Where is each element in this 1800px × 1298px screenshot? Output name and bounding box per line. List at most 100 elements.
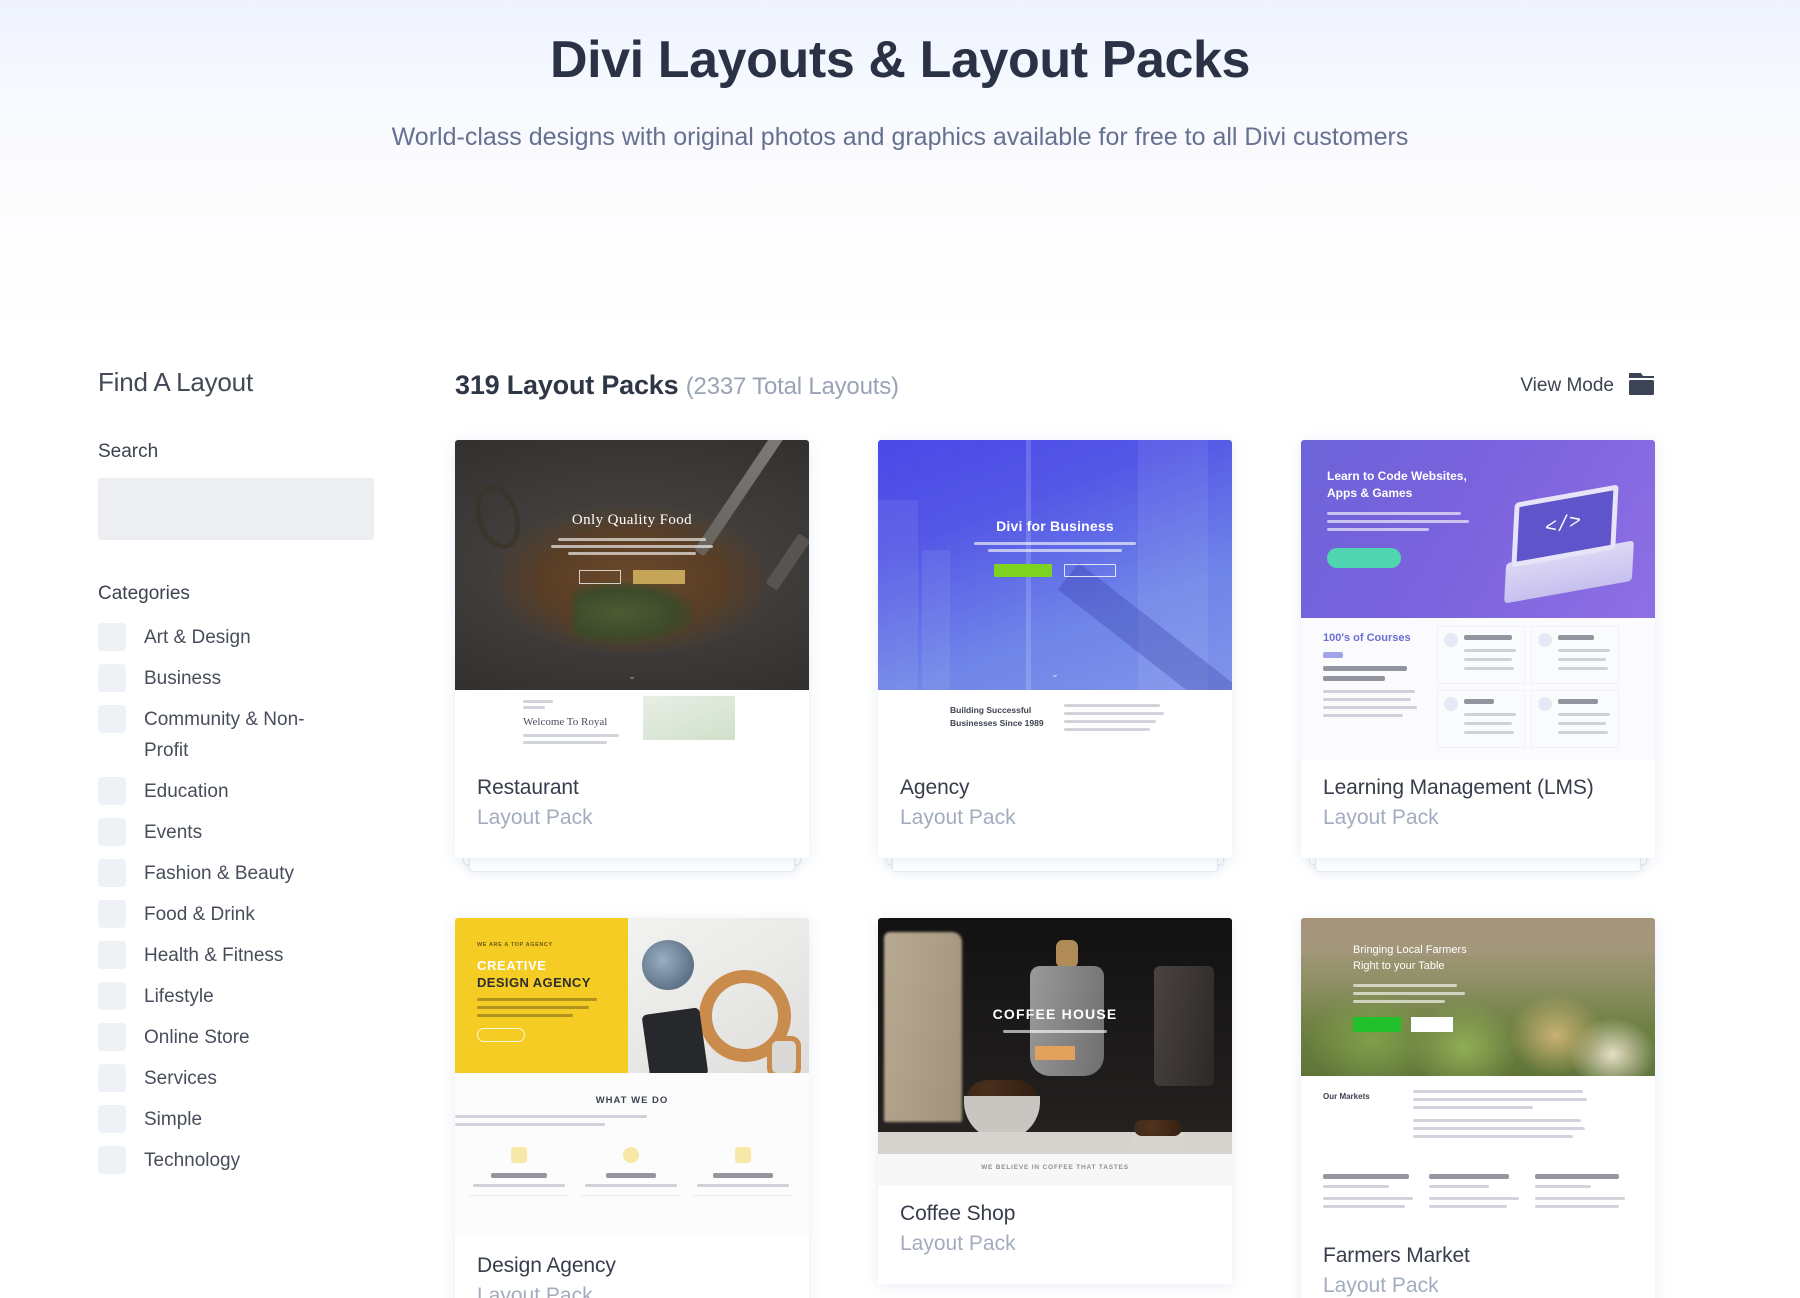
category-item-business[interactable]: Business (98, 663, 388, 694)
card-thumbnail: Learn to Code Websites, Apps & Games </> (1301, 440, 1655, 618)
category-item-health-fitness[interactable]: Health & Fitness (98, 940, 388, 971)
thumb-button-primary (1035, 1046, 1075, 1060)
card-title: Design Agency (477, 1254, 616, 1277)
card-title: Farmers Market (1323, 1244, 1470, 1267)
layout-pack-card-wrapper: Bringing Local Farmers Right to your Tab… (1301, 918, 1655, 1298)
checkbox-icon[interactable] (98, 705, 126, 733)
category-label: Services (144, 1068, 217, 1089)
category-item-online-store[interactable]: Online Store (98, 1022, 388, 1053)
thumb-headline-2: DESIGN AGENCY (477, 975, 591, 990)
thumb-lower-headline: Welcome To Royal (523, 716, 608, 728)
category-label: Art & Design (144, 627, 251, 648)
categories-label: Categories (98, 583, 190, 604)
card-title: Learning Management (LMS) (1323, 776, 1594, 799)
category-label: Technology (144, 1150, 241, 1171)
layout-pack-card-agency[interactable]: Divi for Business ⌄ Building Successful … (878, 440, 1232, 858)
card-caption: Design Agency Layout Pack (455, 1238, 809, 1298)
feature-title (1464, 635, 1512, 640)
card-caption: Coffee Shop Layout Pack (878, 1186, 1232, 1284)
thumb-button-outline (578, 569, 621, 584)
thumb-button-secondary (1411, 1017, 1454, 1033)
layout-pack-card-farmers-market[interactable]: Bringing Local Farmers Right to your Tab… (1301, 918, 1655, 1298)
checkbox-icon[interactable] (98, 859, 126, 887)
checkbox-icon[interactable] (98, 1146, 126, 1174)
page-title: Divi Layouts & Layout Packs (549, 31, 1251, 89)
category-item-food-drink[interactable]: Food & Drink (98, 899, 388, 930)
card-caption: Restaurant Layout Pack (455, 760, 809, 858)
checkbox-icon[interactable] (98, 900, 126, 928)
folder-icon[interactable] (1628, 372, 1655, 401)
category-item-simple[interactable]: Simple (98, 1104, 388, 1135)
layout-pack-grid: Only Quality Food ⌄ Welcome To Royal Res… (455, 440, 1655, 1298)
layout-pack-card-lms[interactable]: Learn to Code Websites, Apps & Games </>… (1301, 440, 1655, 858)
page-subtitle: World-class designs with original photos… (391, 123, 1409, 151)
layout-pack-card-coffee-shop[interactable]: COFFEE HOUSE WE BELIEVE IN COFFEE THAT T… (878, 918, 1232, 1284)
checkbox-icon[interactable] (98, 1105, 126, 1133)
category-item-education[interactable]: Education (98, 776, 388, 807)
layout-pack-card-restaurant[interactable]: Only Quality Food ⌄ Welcome To Royal Res… (455, 440, 809, 858)
checkbox-icon[interactable] (98, 982, 126, 1010)
card-title: Agency (900, 776, 970, 799)
category-item-events[interactable]: Events (98, 817, 388, 848)
thumb-lower-image (643, 696, 735, 740)
card-thumbnail: WE ARE A TOP AGENCY CREATIVE DESIGN AGEN… (455, 918, 809, 1073)
card-caption: Learning Management (LMS) Layout Pack (1301, 760, 1655, 858)
thumb-headline: Learn to Code Websites, Apps & Games (1327, 469, 1467, 500)
thumb-lower-headline: WE BELIEVE IN COFFEE THAT TASTES (981, 1164, 1129, 1171)
thumb-button-primary (993, 564, 1052, 578)
category-label: Food & Drink (144, 904, 255, 925)
checkbox-icon[interactable] (98, 818, 126, 846)
search-input[interactable] (98, 478, 374, 540)
view-mode-label: View Mode (1520, 375, 1614, 396)
card-thumbnail-lower: Building Successful Businesses Since 198… (878, 690, 1232, 760)
category-item-lifestyle[interactable]: Lifestyle (98, 981, 388, 1012)
checkbox-icon[interactable] (98, 777, 126, 805)
card-thumbnail: Bringing Local Farmers Right to your Tab… (1301, 918, 1655, 1076)
checkbox-icon[interactable] (98, 941, 126, 969)
category-item-services[interactable]: Services (98, 1063, 388, 1094)
category-label: Fashion & Beauty (144, 863, 294, 884)
card-subtitle: Layout Pack (477, 806, 593, 829)
category-label: Health & Fitness (144, 945, 284, 966)
card-title: Coffee Shop (900, 1202, 1016, 1225)
checkbox-icon[interactable] (98, 1023, 126, 1051)
category-label: Education (144, 781, 229, 802)
layout-pack-card-wrapper: COFFEE HOUSE WE BELIEVE IN COFFEE THAT T… (878, 918, 1232, 1298)
checkbox-icon[interactable] (98, 623, 126, 651)
total-layouts-count: (2337 Total Layouts) (685, 373, 899, 400)
thumb-eyebrow: WE ARE A TOP AGENCY (477, 942, 553, 948)
category-label: Online Store (144, 1027, 250, 1048)
card-thumbnail: COFFEE HOUSE (878, 918, 1232, 1154)
thumb-lower-headline: Our Markets (1323, 1092, 1370, 1101)
card-caption: Agency Layout Pack (878, 760, 1232, 858)
thumb-headline-2: Right to your Table (1353, 960, 1445, 972)
card-thumbnail: Only Quality Food ⌄ (455, 440, 809, 690)
layout-pack-card-wrapper: Only Quality Food ⌄ Welcome To Royal Res… (455, 440, 809, 872)
card-thumbnail-lower: WHAT WE DO (455, 1073, 809, 1238)
sidebar-title: Find A Layout (98, 367, 253, 397)
thumb-headline: Divi for Business (996, 518, 1114, 534)
thumb-lower-headline: 100's of Courses (1323, 632, 1411, 644)
thumb-button-secondary (1064, 564, 1117, 578)
card-subtitle: Layout Pack (900, 806, 1016, 829)
category-label: Events (144, 822, 203, 843)
card-caption: Farmers Market Layout Pack (1301, 1228, 1655, 1298)
card-thumbnail-lower: Our Markets (1301, 1076, 1655, 1228)
card-subtitle: Layout Pack (1323, 1274, 1439, 1297)
filter-sidebar: Find A Layout Search Categories Art & De… (98, 366, 388, 1186)
layout-pack-card-design-agency[interactable]: WE ARE A TOP AGENCY CREATIVE DESIGN AGEN… (455, 918, 809, 1298)
category-label: Community & Non-Profit (144, 709, 305, 761)
category-item-community-non-profit[interactable]: Community & Non-Profit (98, 704, 388, 766)
category-item-technology[interactable]: Technology (98, 1145, 388, 1176)
thumb-button-primary (1353, 1017, 1401, 1033)
checkbox-icon[interactable] (98, 1064, 126, 1092)
view-mode-toggle[interactable]: View Mode (1520, 372, 1655, 401)
checkbox-icon[interactable] (98, 664, 126, 692)
category-label: Lifestyle (144, 986, 214, 1007)
hero-section: Divi Layouts & Layout Packs World-class … (0, 0, 1800, 154)
card-subtitle: Layout Pack (477, 1284, 593, 1298)
category-item-art-design[interactable]: Art & Design (98, 622, 388, 653)
results-count: 319 Layout Packs (2337 Total Layouts) (455, 368, 899, 404)
layout-pack-card-wrapper: Divi for Business ⌄ Building Successful … (878, 440, 1232, 872)
category-item-fashion-beauty[interactable]: Fashion & Beauty (98, 858, 388, 889)
